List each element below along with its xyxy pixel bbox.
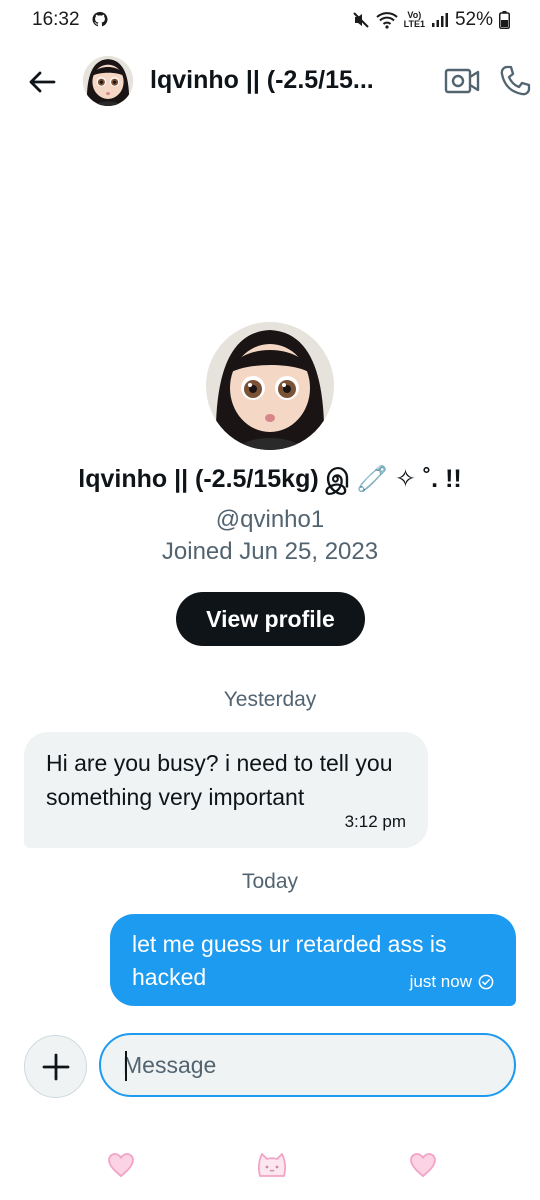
heart-icon	[108, 1153, 134, 1178]
battery-icon	[499, 11, 510, 29]
profile-joined-date: Joined Jun 25, 2023	[161, 538, 379, 565]
incoming-message-bubble[interactable]: Hi are you busy? i need to tell you some…	[24, 732, 428, 848]
back-button[interactable]	[24, 64, 60, 100]
profile-display-name: lqvinho || (-2.5/15kg) இ 🧷 ✧ ˚. !!	[78, 465, 462, 493]
message-status: just now	[410, 972, 494, 992]
view-profile-button[interactable]: View profile	[176, 592, 365, 646]
wifi-icon	[375, 12, 398, 29]
video-call-button[interactable]	[444, 66, 480, 98]
battery-percent: 52%	[454, 9, 493, 30]
message-input-container[interactable]	[99, 1033, 516, 1097]
message-time: 3:12 pm	[344, 812, 406, 831]
profile-avatar[interactable]	[206, 322, 334, 450]
nav-heart-right[interactable]	[408, 1150, 438, 1180]
doll-avatar-image	[83, 56, 133, 106]
conversation-header: lqvinho || (-2.5/15...	[0, 46, 540, 118]
day-separator-today: Today	[241, 870, 299, 893]
plus-icon	[42, 1053, 69, 1080]
heart-icon	[410, 1153, 436, 1178]
lte-label: LTE1	[403, 19, 425, 29]
voice-call-button[interactable]	[498, 64, 532, 98]
nav-heart-left[interactable]	[106, 1150, 136, 1180]
nav-cat-center[interactable]	[256, 1150, 286, 1180]
doll-avatar-image	[206, 322, 334, 450]
arrow-left-icon	[29, 71, 56, 93]
status-time: 16:32	[32, 9, 80, 30]
message-input[interactable]	[123, 1051, 483, 1079]
phone-icon	[500, 65, 531, 96]
conversation-title[interactable]: lqvinho || (-2.5/15...	[150, 66, 410, 95]
message-time: just now	[409, 972, 472, 991]
message-text: Hi are you busy? i need to tell you some…	[46, 750, 393, 810]
status-bar: 16:32 Vo) LTE1 52%	[0, 0, 540, 40]
add-attachment-button[interactable]	[24, 1035, 87, 1098]
header-avatar[interactable]	[83, 56, 133, 106]
mute-icon	[352, 12, 369, 28]
video-camera-icon	[444, 68, 480, 94]
check-circle-icon	[478, 974, 494, 990]
text-cursor	[125, 1051, 127, 1081]
signal-icon	[431, 13, 448, 27]
dm-conversation-screen: 16:32 Vo) LTE1 52% lqvinho || (-2.5/15..…	[0, 0, 540, 1200]
github-icon	[92, 12, 108, 27]
day-separator-yesterday: Yesterday	[223, 688, 317, 711]
network-label: Vo) LTE1	[404, 11, 425, 29]
profile-handle: @qvinho1	[215, 506, 325, 533]
outgoing-message-bubble[interactable]: let me guess ur retarded ass is hacked j…	[110, 914, 516, 1006]
cat-face-icon	[258, 1153, 286, 1177]
